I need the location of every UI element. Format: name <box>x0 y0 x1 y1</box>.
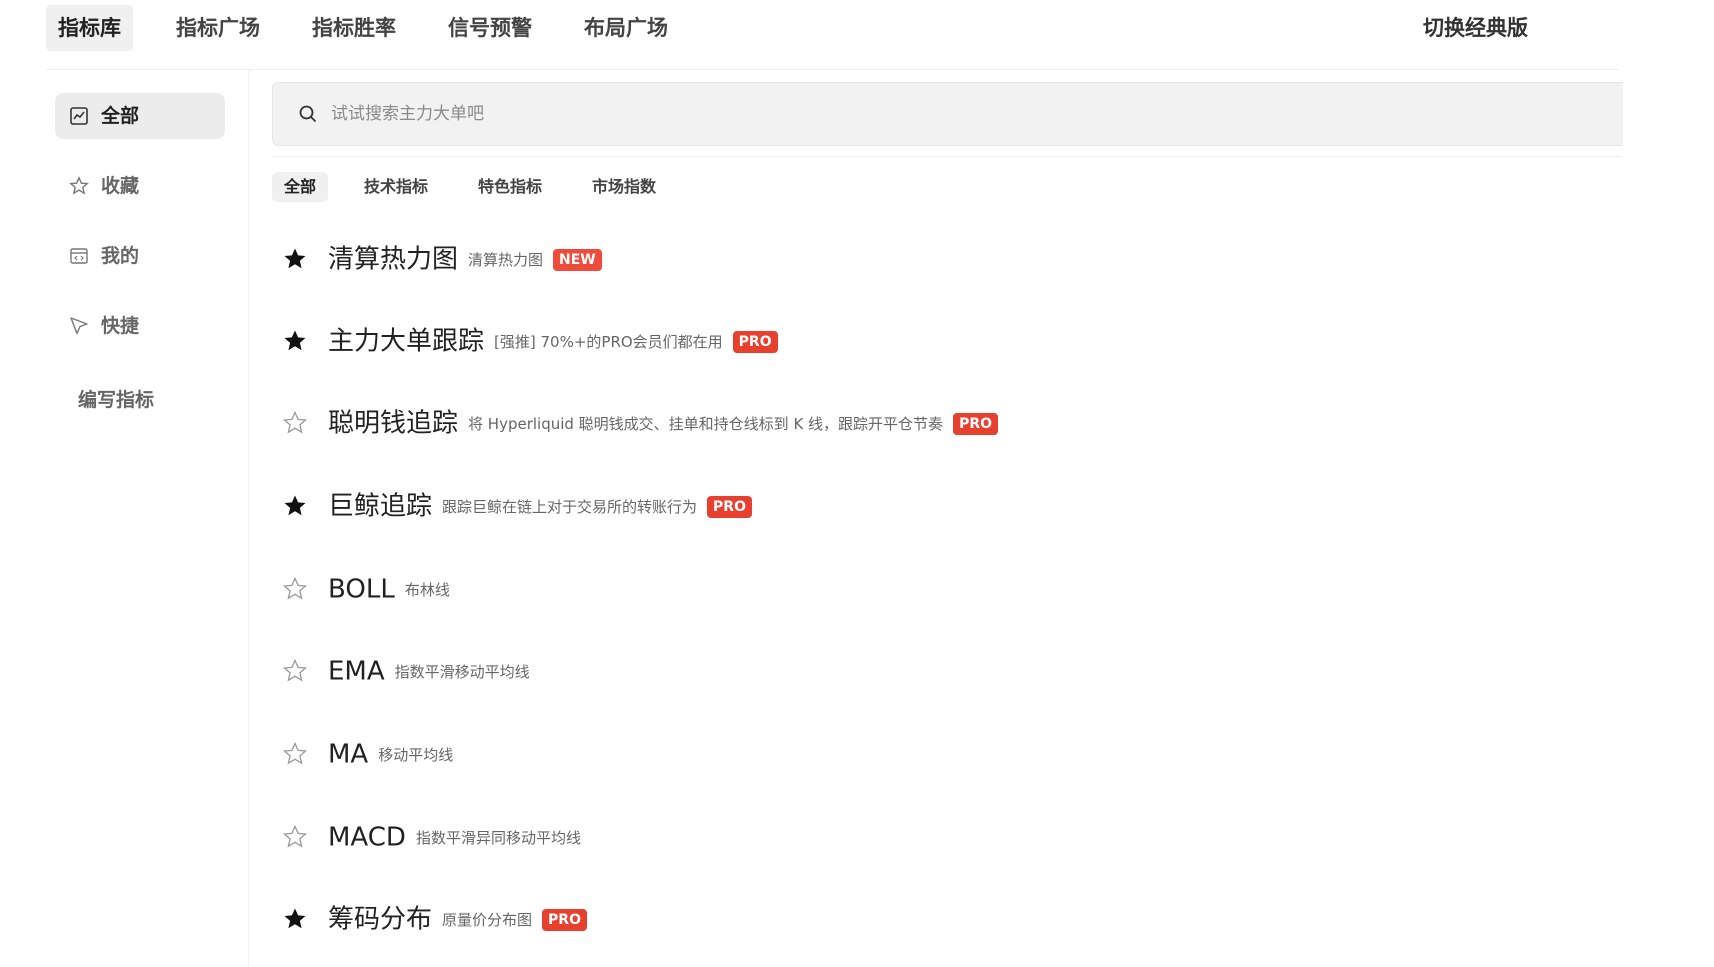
indicator-description: 原量价分布图 <box>442 910 533 929</box>
indicator-name: BOLL <box>328 574 395 605</box>
header-divider <box>46 69 1619 70</box>
star-outline-icon <box>69 176 89 195</box>
indicator-name: 主力大单跟踪 <box>328 326 485 357</box>
search-input[interactable] <box>329 93 1533 135</box>
indicator-description: 移动平均线 <box>378 745 454 764</box>
indicator-name: 聪明钱追踪 <box>328 408 459 439</box>
filter-tab-featured[interactable]: 特色指标 <box>466 172 554 202</box>
sidebar-item-label: 快捷 <box>101 315 140 337</box>
indicator-name: EMA <box>328 656 385 687</box>
top-tab-indicator-library[interactable]: 指标库 <box>46 5 133 51</box>
write-indicator-link[interactable]: 编写指标 <box>78 385 154 412</box>
indicator-name: MA <box>328 739 369 770</box>
star-outline-icon[interactable] <box>282 824 308 850</box>
top-tab-indicator-square[interactable]: 指标广场 <box>164 5 272 51</box>
indicator-description: 将 Hyperliquid 聪明钱成交、挂单和持仓线标到 K 线，跟踪开平仓节奏 <box>468 414 944 433</box>
top-tab-signal-alert[interactable]: 信号预警 <box>436 5 544 51</box>
indicator-row[interactable]: 巨鲸追踪 跟踪巨鲸在链上对于交易所的转账行为 PRO <box>272 481 1572 531</box>
sidebar-item-shortcut[interactable]: 快捷 <box>55 303 225 349</box>
indicator-row[interactable]: 主力大单跟踪 [强推] 70%+的PRO会员们都在用 PRO <box>272 316 1572 366</box>
code-window-icon <box>70 248 88 264</box>
indicator-name: 清算热力图 <box>328 244 459 275</box>
indicator-name: 筹码分布 <box>328 904 433 935</box>
sidebar-divider <box>248 70 249 967</box>
star-outline-icon[interactable] <box>282 576 308 602</box>
indicator-description: 清算热力图 <box>468 250 544 269</box>
pro-badge: PRO <box>953 412 999 435</box>
sidebar-item-all[interactable]: 全部 <box>55 93 225 139</box>
filter-tab-all[interactable]: 全部 <box>272 172 329 202</box>
sidebar-item-mine[interactable]: 我的 <box>55 233 225 279</box>
star-filled-icon[interactable] <box>282 493 308 519</box>
top-tab-indicator-winrate[interactable]: 指标胜率 <box>300 5 408 51</box>
star-outline-icon[interactable] <box>282 741 308 767</box>
indicator-description: [强推] 70%+的PRO会员们都在用 <box>494 332 723 351</box>
search-icon <box>299 105 317 123</box>
indicator-name: MACD <box>328 822 406 853</box>
pro-badge: PRO <box>707 495 752 518</box>
star-filled-icon[interactable] <box>282 328 308 354</box>
sidebar-item-favorites[interactable]: 收藏 <box>55 163 225 209</box>
filter-tab-technical[interactable]: 技术指标 <box>352 172 440 202</box>
indicator-row[interactable]: MACD 指数平滑异同移动平均线 <box>272 812 1572 862</box>
top-tab-layout-square[interactable]: 布局广场 <box>572 5 680 51</box>
indicator-description: 指数平滑移动平均线 <box>394 662 530 681</box>
cursor-arrow-icon <box>70 317 88 335</box>
indicator-row[interactable]: EMA 指数平滑移动平均线 <box>272 646 1572 696</box>
star-outline-icon[interactable] <box>282 658 308 684</box>
sidebar-item-label: 全部 <box>101 105 140 127</box>
sidebar-item-label: 我的 <box>101 245 140 267</box>
indicator-description: 布林线 <box>404 580 450 599</box>
new-badge: NEW <box>553 248 602 271</box>
star-filled-icon[interactable] <box>282 246 308 272</box>
sidebar-item-label: 收藏 <box>101 175 140 197</box>
indicator-description: 指数平滑异同移动平均线 <box>415 828 581 847</box>
top-nav: 指标库 指标广场 指标胜率 信号预警 布局广场 切换经典版 <box>0 0 1714 58</box>
indicator-row[interactable]: MA 移动平均线 <box>272 729 1572 779</box>
indicator-description: 跟踪巨鲸在链上对于交易所的转账行为 <box>442 497 698 516</box>
search-bar <box>272 82 1623 146</box>
pro-badge: PRO <box>542 908 587 931</box>
pro-badge: PRO <box>732 330 778 353</box>
chart-icon <box>70 107 88 125</box>
indicator-row[interactable]: 清算热力图 清算热力图 NEW <box>272 234 1572 284</box>
filter-tab-market-index[interactable]: 市场指数 <box>580 172 668 202</box>
indicator-name: 巨鲸追踪 <box>328 491 433 522</box>
indicator-row[interactable]: 筹码分布 原量价分布图 PRO <box>272 894 1572 944</box>
star-filled-icon[interactable] <box>282 906 308 932</box>
star-outline-icon[interactable] <box>282 410 308 436</box>
switch-classic-button[interactable]: 切换经典版 <box>1423 5 1528 51</box>
indicator-row[interactable]: 聪明钱追踪将 Hyperliquid 聪明钱成交、挂单和持仓线标到 K 线，跟踪… <box>272 398 1572 448</box>
indicator-row[interactable]: BOLL 布林线 <box>272 564 1572 614</box>
search-divider <box>272 156 1622 157</box>
